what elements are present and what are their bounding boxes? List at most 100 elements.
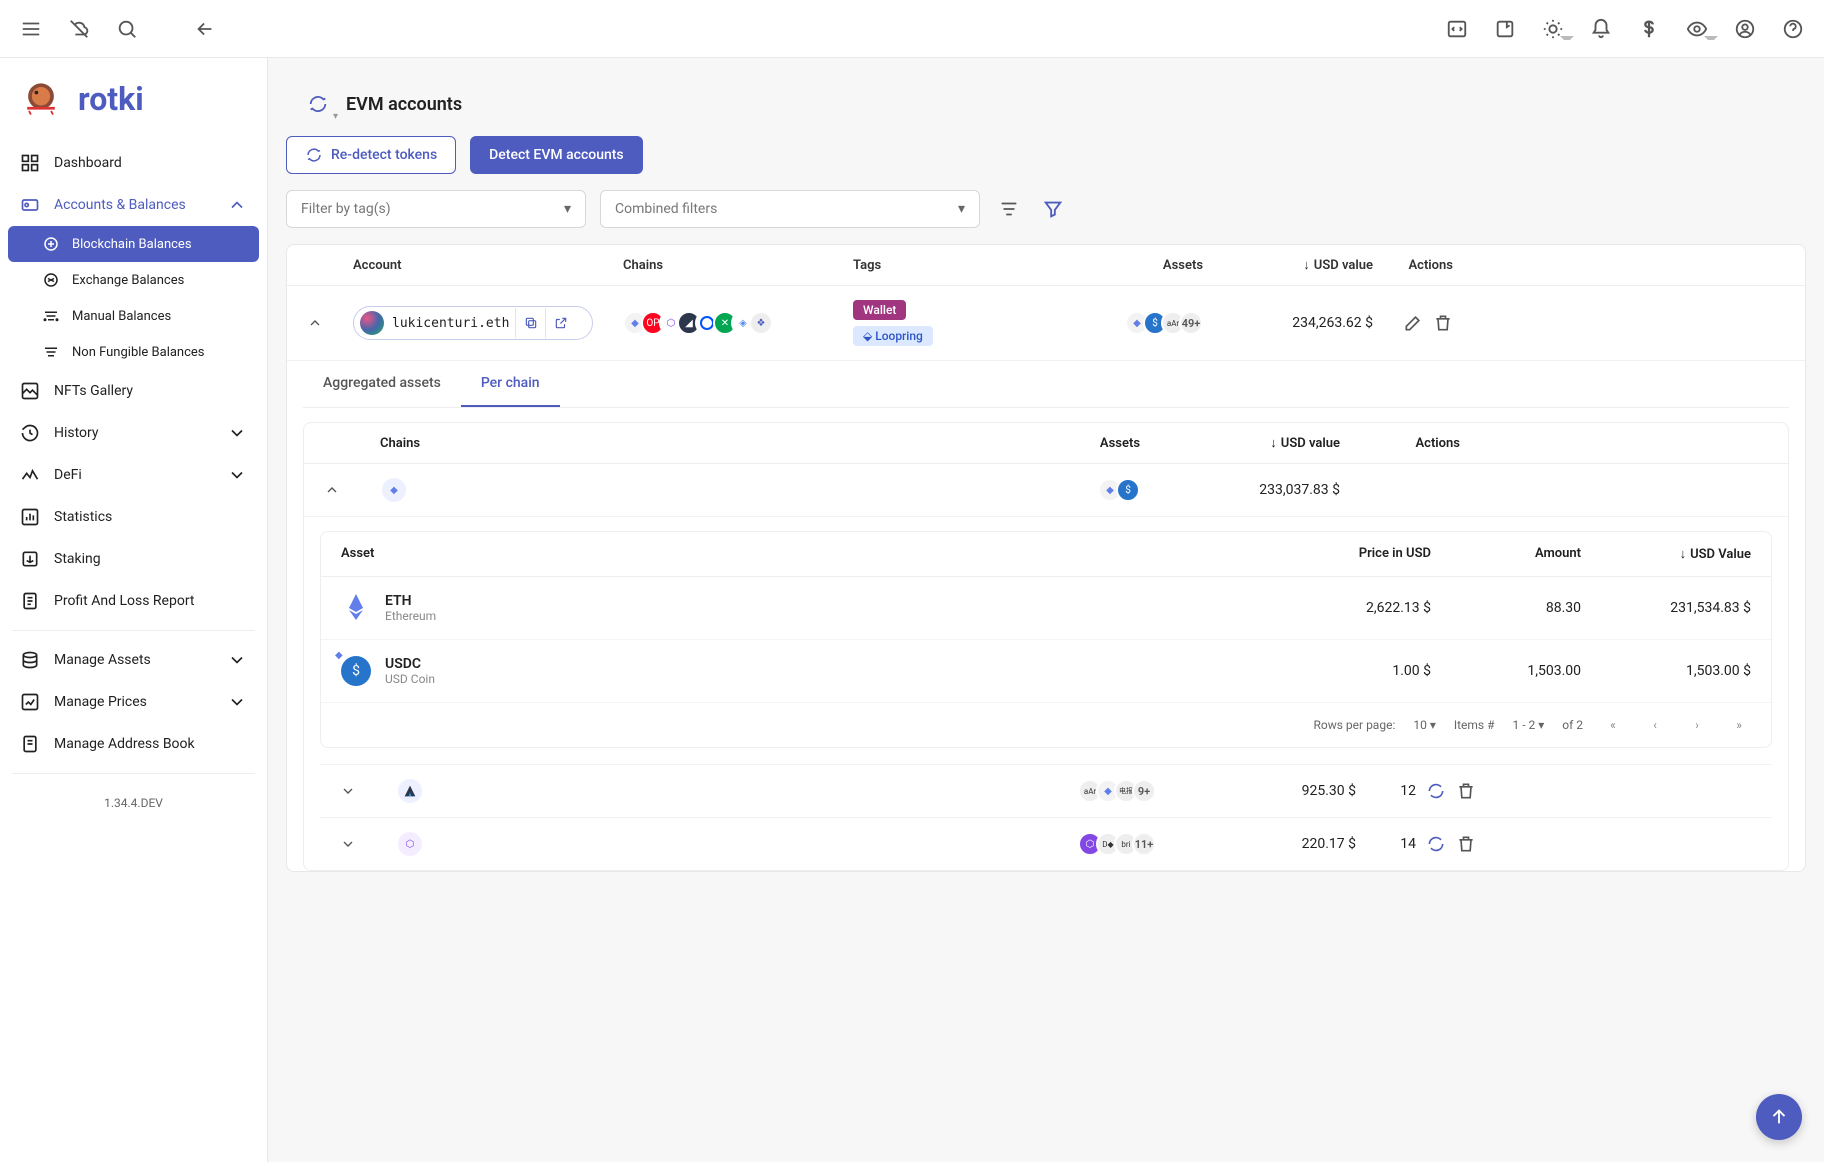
account-row: lukicenturi.eth ◆ OP ⬡ ◢ ✕ ◈ ❖ Walle <box>287 286 1805 361</box>
refresh-icon <box>305 146 323 164</box>
cloud-off-icon[interactable] <box>64 14 94 44</box>
nav-exchange-balances[interactable]: Exchange Balances <box>8 262 259 298</box>
refresh-button[interactable] <box>1426 834 1446 854</box>
th-assets: Assets <box>760 436 1140 451</box>
nav-manage-assets[interactable]: Manage Assets <box>8 639 259 681</box>
tab-aggregated[interactable]: Aggregated assets <box>303 361 461 407</box>
items-range-select[interactable]: 1 - 2 ▾ <box>1512 718 1544 732</box>
chevron-up-icon <box>227 195 247 215</box>
asset-symbol: USDC <box>385 656 435 672</box>
topbar <box>0 0 1824 58</box>
page-last-button[interactable]: » <box>1727 713 1751 737</box>
chain-count: 12 <box>1356 783 1416 799</box>
divider <box>12 630 255 631</box>
user-icon[interactable] <box>1730 14 1760 44</box>
tags-cell: Wallet ⬙ Loopring <box>853 300 1033 346</box>
page-title: EVM accounts <box>346 94 462 115</box>
nav-nft-bal-label: Non Fungible Balances <box>72 345 205 360</box>
filter-list-icon[interactable] <box>994 194 1024 224</box>
delete-button[interactable] <box>1433 313 1453 333</box>
th-account: Account <box>353 258 623 273</box>
redetect-tokens-button[interactable]: Re-detect tokens <box>286 136 456 174</box>
delete-button[interactable] <box>1456 834 1476 854</box>
th-usd[interactable]: ↓USD value <box>1140 435 1340 451</box>
caret-down-icon: ▾ <box>958 201 965 217</box>
tag-wallet: Wallet <box>853 300 906 320</box>
tab-per-chain[interactable]: Per chain <box>461 361 560 407</box>
pagination: Rows per page: 10 ▾ Items # 1 - 2 ▾ of 2… <box>321 703 1771 747</box>
chain-count: 14 <box>1356 836 1416 852</box>
expand-toggle[interactable] <box>336 832 360 856</box>
chain-icon: ❖ <box>749 311 773 335</box>
nav-manage-prices[interactable]: Manage Prices <box>8 681 259 723</box>
filter-funnel-icon[interactable] <box>1038 194 1068 224</box>
detect-evm-button[interactable]: Detect EVM accounts <box>470 136 642 174</box>
edit-button[interactable] <box>1403 313 1423 333</box>
bell-icon[interactable] <box>1586 14 1616 44</box>
combined-filters-select[interactable]: Combined filters▾ <box>600 190 980 228</box>
nav-nft-balances[interactable]: Non Fungible Balances <box>8 334 259 370</box>
th-usd-value[interactable]: ↓USD Value <box>1581 546 1751 562</box>
currency-icon[interactable] <box>1634 14 1664 44</box>
external-link-button[interactable] <box>545 308 575 338</box>
page-prev-button[interactable]: ‹ <box>1643 713 1667 737</box>
caret-down-icon: ▾ <box>564 201 571 217</box>
search-icon[interactable] <box>112 14 142 44</box>
th-chains: Chains <box>380 436 760 451</box>
copy-button[interactable] <box>515 308 545 338</box>
menu-icon[interactable] <box>16 14 46 44</box>
nav-history[interactable]: History <box>8 412 259 454</box>
asset-row: $◆ USDCUSD Coin 1.00 $ 1,503.00 1,503.00… <box>321 640 1771 703</box>
asset-price: 2,622.13 $ <box>1261 600 1431 616</box>
nav-address-book-label: Manage Address Book <box>54 736 195 752</box>
code-icon[interactable] <box>1442 14 1472 44</box>
chain-usd: 220.17 $ <box>1156 836 1356 852</box>
more-assets-badge: 9+ <box>1132 779 1156 803</box>
nav-accounts[interactable]: Accounts & Balances <box>8 184 259 226</box>
nav-exchange-label: Exchange Balances <box>72 273 184 288</box>
expand-toggle[interactable] <box>303 311 327 335</box>
nav-manage-assets-label: Manage Assets <box>54 652 151 668</box>
th-chains: Chains <box>623 258 853 273</box>
nav-dashboard[interactable]: Dashboard <box>8 142 259 184</box>
privacy-icon[interactable] <box>1682 14 1712 44</box>
brand-name: rotki <box>78 80 144 118</box>
nav-defi[interactable]: DeFi <box>8 454 259 496</box>
chevron-down-icon <box>227 423 247 443</box>
back-icon[interactable] <box>190 14 220 44</box>
refresh-button[interactable] <box>1426 781 1446 801</box>
nav-address-book[interactable]: Manage Address Book <box>8 723 259 765</box>
items-label: Items # <box>1454 718 1495 732</box>
page-first-button[interactable]: « <box>1601 713 1625 737</box>
nav-stats[interactable]: Statistics <box>8 496 259 538</box>
nav-manual-balances[interactable]: Manual Balances <box>8 298 259 334</box>
rows-per-page-select[interactable]: 10 ▾ <box>1413 718 1436 732</box>
page-next-button[interactable]: › <box>1685 713 1709 737</box>
asset-value: 231,534.83 $ <box>1581 600 1751 616</box>
theme-icon[interactable] <box>1538 14 1568 44</box>
help-icon[interactable] <box>1778 14 1808 44</box>
nav-pnl[interactable]: Profit And Loss Report <box>8 580 259 622</box>
chain-row: ◆ ◆ $ 233,037.83 $ <box>304 464 1788 517</box>
delete-button[interactable] <box>1456 781 1476 801</box>
nav-blockchain-balances[interactable]: Blockchain Balances <box>8 226 259 262</box>
nav-staking[interactable]: Staking <box>8 538 259 580</box>
nav-nfts[interactable]: NFTs Gallery <box>8 370 259 412</box>
eth-icon <box>341 593 371 623</box>
chevron-down-icon <box>227 465 247 485</box>
rows-per-page-label: Rows per page: <box>1314 718 1396 732</box>
filter-tags-select[interactable]: Filter by tag(s)▾ <box>286 190 586 228</box>
expand-toggle[interactable] <box>320 478 344 502</box>
usd-value: 234,263.62 $ <box>1203 315 1373 331</box>
asset-icons: ◆ $ aAr 49+ <box>1033 311 1203 335</box>
detect-label: Detect EVM accounts <box>489 147 623 163</box>
scroll-top-button[interactable] <box>1756 1094 1802 1140</box>
asset-fullname: USD Coin <box>385 672 435 686</box>
refresh-button[interactable]: ▾ <box>304 90 332 118</box>
redetect-label: Re-detect tokens <box>331 147 437 163</box>
th-price: Price in USD <box>1261 546 1431 562</box>
asset-price: 1.00 $ <box>1261 663 1431 679</box>
note-icon[interactable] <box>1490 14 1520 44</box>
expand-toggle[interactable] <box>336 779 360 803</box>
th-usd[interactable]: ↓USD value <box>1203 257 1373 273</box>
